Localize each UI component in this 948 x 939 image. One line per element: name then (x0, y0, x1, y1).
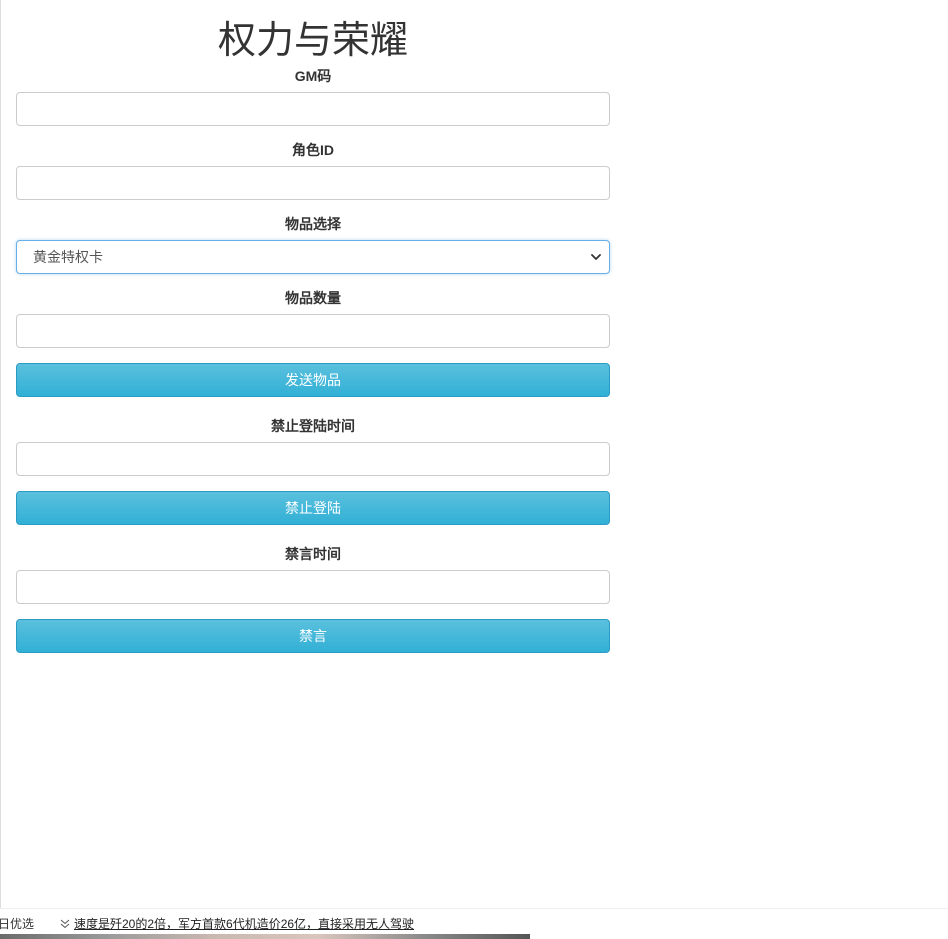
item-quantity-label: 物品数量 (285, 290, 341, 306)
mute-time-input[interactable] (16, 570, 610, 604)
ban-login-label: 禁止登陆时间 (271, 418, 355, 434)
send-item-button[interactable]: 发送物品 (16, 363, 610, 397)
mute-time-label: 禁言时间 (285, 546, 341, 562)
page-left-border (0, 0, 1, 908)
chevron-double-down-icon[interactable] (60, 919, 70, 929)
gm-panel: 权力与荣耀 GM码 角色ID 物品选择 黄金特权卡 物品数量 发送物品 禁止登陆… (16, 0, 610, 653)
bottom-news-bar: 日优选 速度是歼20的2倍，军方首款6代机造价26亿，直接采用无人驾驶 (0, 908, 948, 939)
ban-login-time-input[interactable] (16, 442, 610, 476)
mute-button[interactable]: 禁言 (16, 619, 610, 653)
ban-login-group: 禁止登陆时间 (16, 416, 610, 476)
item-select-value: 黄金特权卡 (33, 249, 103, 265)
item-select-label: 物品选择 (285, 216, 341, 232)
item-select-group: 物品选择 黄金特权卡 (16, 214, 610, 274)
gm-code-label: GM码 (294, 68, 332, 84)
page-title: 权力与荣耀 (217, 18, 408, 62)
role-id-label: 角色ID (292, 142, 334, 158)
role-id-group: 角色ID (16, 140, 610, 200)
bottom-bar-left-text: 日优选 (0, 917, 35, 931)
item-quantity-input[interactable] (16, 314, 610, 348)
item-quantity-group: 物品数量 (16, 288, 610, 348)
ban-login-button[interactable]: 禁止登陆 (16, 491, 610, 525)
chevron-down-icon (591, 254, 601, 260)
role-id-input[interactable] (16, 166, 610, 200)
news-thumbnail-strip (0, 934, 530, 939)
mute-group: 禁言时间 (16, 544, 610, 604)
bottom-news-item[interactable]: 速度是歼20的2倍，军方首款6代机造价26亿，直接采用无人驾驶 (60, 915, 414, 932)
news-link[interactable]: 速度是歼20的2倍，军方首款6代机造价26亿，直接采用无人驾驶 (74, 915, 414, 932)
item-select-dropdown[interactable]: 黄金特权卡 (16, 240, 610, 274)
gm-code-input[interactable] (16, 92, 610, 126)
gm-code-group: GM码 (16, 66, 610, 126)
